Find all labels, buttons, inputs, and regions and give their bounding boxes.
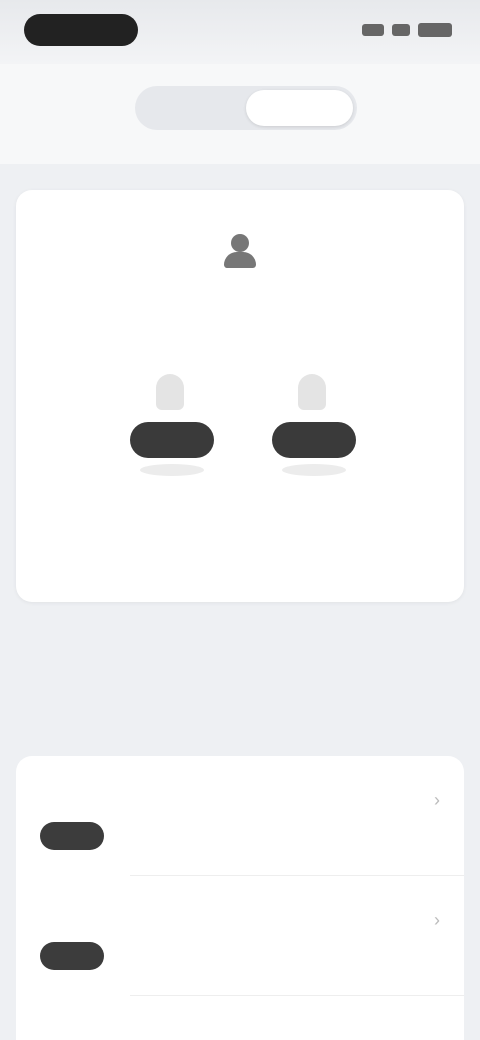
device-thumbnail — [40, 942, 104, 970]
chevron-right-icon: › — [434, 910, 440, 930]
top-header — [0, 64, 480, 164]
segmented-control — [135, 86, 357, 130]
status-icons — [362, 20, 452, 40]
earbud-left-image[interactable] — [112, 360, 232, 480]
device-list: › › — [16, 756, 464, 1040]
list-item[interactable]: › — [16, 876, 464, 996]
list-item[interactable]: › — [16, 756, 464, 876]
tab-first[interactable] — [139, 90, 246, 126]
earbud-right-image[interactable] — [254, 360, 374, 480]
status-bar — [0, 0, 480, 64]
status-time — [24, 14, 138, 46]
wifi-icon — [392, 24, 410, 36]
device-card[interactable] — [16, 190, 464, 602]
device-thumbnail — [40, 822, 104, 850]
signal-icon — [362, 24, 384, 36]
user-icon — [222, 234, 258, 270]
chevron-right-icon: › — [434, 790, 440, 810]
divider — [130, 995, 464, 996]
battery-icon — [418, 23, 452, 37]
tab-second[interactable] — [246, 90, 353, 126]
